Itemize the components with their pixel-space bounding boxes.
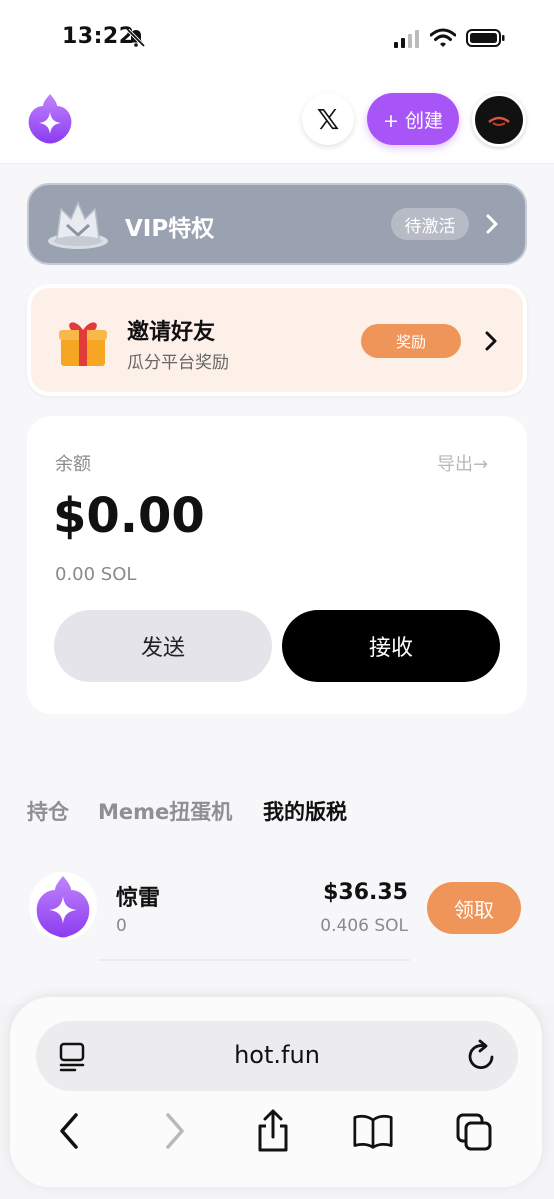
token-sol-value: 0.406 SOL bbox=[320, 916, 408, 936]
gift-icon bbox=[59, 322, 107, 366]
forward-icon[interactable] bbox=[154, 1109, 194, 1153]
page-content: VIP特权 待激活 邀请好友 瓜分平台奖励 奖励 余额 导出→ $0.00 0.… bbox=[0, 164, 554, 1004]
invite-friends-card[interactable]: 邀请好友 瓜分平台奖励 奖励 bbox=[27, 284, 527, 396]
tab-meme-gacha[interactable]: Meme扭蛋机 bbox=[98, 796, 232, 826]
vip-crown-badge-icon bbox=[48, 201, 108, 249]
balance-usd-value: $0.00 bbox=[53, 488, 205, 544]
chevron-right-icon bbox=[486, 214, 498, 234]
balance-card: 余额 导出→ $0.00 0.00 SOL 发送 接收 bbox=[27, 416, 527, 714]
balance-sol-value: 0.00 SOL bbox=[55, 564, 137, 585]
status-bar: 13:22 bbox=[0, 0, 554, 78]
wifi-icon bbox=[430, 28, 456, 47]
table-row[interactable]: 惊雷 0 $36.35 0.406 SOL 领取 bbox=[0, 864, 554, 964]
address-bar[interactable]: hot.fun bbox=[36, 1021, 518, 1091]
invite-subtitle: 瓜分平台奖励 bbox=[127, 353, 229, 373]
avatar-emblem-icon bbox=[488, 116, 510, 126]
bell-off-icon bbox=[126, 28, 146, 48]
create-button[interactable]: + 创建 bbox=[367, 93, 459, 145]
bookmarks-icon[interactable] bbox=[353, 1109, 393, 1153]
token-name: 惊雷 bbox=[116, 886, 161, 911]
x-logo-icon: 𝕏 bbox=[316, 102, 340, 136]
token-usd-value: $36.35 bbox=[323, 880, 408, 905]
tab-holdings[interactable]: 持仓 bbox=[27, 796, 69, 826]
vip-card[interactable]: VIP特权 待激活 bbox=[27, 183, 527, 265]
hotfun-token-icon bbox=[36, 876, 90, 938]
cellular-signal-icon bbox=[394, 30, 419, 48]
reload-icon[interactable] bbox=[466, 1039, 498, 1073]
vip-title: VIP特权 bbox=[125, 216, 215, 242]
share-icon[interactable] bbox=[253, 1109, 293, 1153]
claim-button[interactable]: 领取 bbox=[427, 882, 521, 934]
url-text: hot.fun bbox=[234, 1041, 320, 1069]
receive-button[interactable]: 接收 bbox=[282, 610, 500, 682]
reward-badge: 奖励 bbox=[361, 324, 461, 358]
x-twitter-button[interactable]: 𝕏 bbox=[302, 93, 354, 145]
chevron-right-icon bbox=[485, 331, 497, 351]
battery-icon bbox=[466, 29, 505, 47]
vip-status-badge: 待激活 bbox=[391, 208, 469, 240]
tab-my-royalties[interactable]: 我的版税 bbox=[263, 796, 347, 826]
app-header: 𝕏 + 创建 bbox=[0, 78, 554, 164]
send-button[interactable]: 发送 bbox=[54, 610, 272, 682]
balance-label: 余额 bbox=[55, 454, 91, 475]
token-amount: 0 bbox=[116, 916, 127, 936]
back-icon[interactable] bbox=[50, 1109, 90, 1153]
avatar[interactable] bbox=[472, 93, 526, 147]
clock: 13:22 bbox=[62, 24, 135, 49]
browser-toolbar: hot.fun bbox=[10, 997, 542, 1187]
hotfun-logo-icon[interactable] bbox=[27, 94, 73, 144]
tabs-icon[interactable] bbox=[454, 1109, 494, 1153]
export-link[interactable]: 导出→ bbox=[437, 450, 488, 476]
invite-title: 邀请好友 bbox=[127, 320, 216, 345]
token-logo bbox=[29, 872, 97, 940]
divider bbox=[98, 959, 410, 961]
